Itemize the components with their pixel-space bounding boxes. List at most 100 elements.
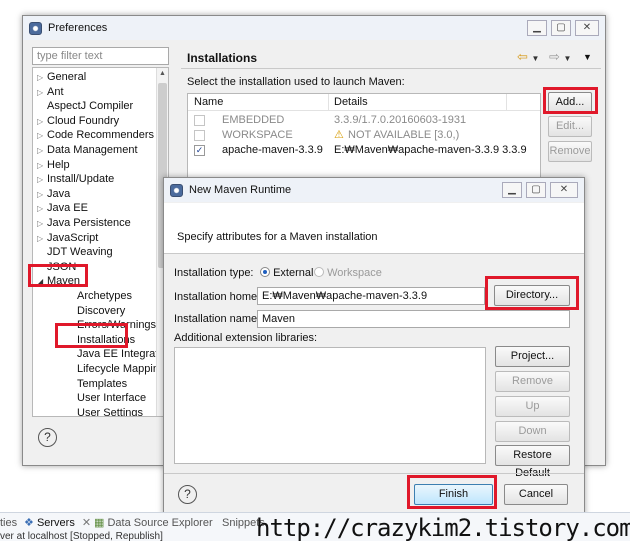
highlight-installations <box>55 323 128 348</box>
tree-item[interactable]: ▷ Java <box>37 187 70 201</box>
expand-arrow-icon[interactable]: ▷ <box>37 159 47 173</box>
cancel-button[interactable]: Cancel <box>504 484 568 505</box>
tree-item-label: Cloud Foundry <box>47 114 120 127</box>
eclipse-icon <box>29 21 42 35</box>
expand-arrow-icon[interactable]: ▷ <box>37 115 47 129</box>
project-button[interactable]: Project... <box>495 346 570 367</box>
tree-item[interactable]: ▷ Cloud Foundry <box>37 114 119 128</box>
tree-item[interactable]: Lifecycle Mappings <box>67 362 168 376</box>
tree-item[interactable]: ▷ Install/Update <box>37 172 114 186</box>
table-row[interactable]: WORKSPACE ⚠ NOT AVAILABLE [3.0,) <box>188 128 540 143</box>
new-maven-runtime-dialog: New Maven Runtime ▁ ▢ ✕ Specify attribut… <box>163 177 585 517</box>
highlight-maven <box>28 264 88 287</box>
expand-arrow-icon[interactable]: ▷ <box>37 217 47 231</box>
status-line: ver at localhost [Stopped, Republish] <box>0 531 163 542</box>
maximize-icon[interactable]: ▢ <box>526 182 546 198</box>
installation-home-input[interactable]: E:₩Maven₩apache-maven-3.3.9 <box>257 287 485 305</box>
tree-item[interactable]: User Settings <box>67 406 143 416</box>
tab-properties[interactable]: ties <box>0 517 17 529</box>
expand-arrow-icon[interactable]: ▷ <box>37 71 47 85</box>
maximize-icon[interactable]: ▢ <box>551 20 571 36</box>
nav-forward-icon[interactable]: ⇨ ▼ <box>549 49 571 65</box>
help-icon[interactable]: ? <box>38 428 57 447</box>
expand-arrow-icon[interactable]: ▷ <box>37 202 47 216</box>
tab-servers[interactable]: ❖ Servers ✕ <box>24 516 91 529</box>
tree-item[interactable]: ▷ Code Recommenders <box>37 128 154 142</box>
table-row[interactable]: ✓ apache-maven-3.3.9 E:₩Maven₩apache-maven… <box>188 143 540 158</box>
tab-servers-label: Servers <box>36 517 75 529</box>
close-icon[interactable]: ✕ <box>550 182 578 198</box>
restore-default-button[interactable]: Restore Default <box>495 445 570 479</box>
expand-arrow-icon[interactable]: ▷ <box>37 86 47 100</box>
row-details: 3.3.9/1.7.0.20160603-1931 <box>334 114 467 126</box>
table-row[interactable]: EMBEDDED 3.3.9/1.7.0.20160603-1931 <box>188 113 540 128</box>
tree-item[interactable]: User Interface <box>67 391 146 405</box>
expand-arrow-icon[interactable]: ▷ <box>37 129 47 143</box>
row-checkbox[interactable] <box>194 115 205 126</box>
tab-data-source[interactable]: ▦ Data Source Explorer <box>94 516 213 529</box>
tree-item-label: Java <box>47 187 71 200</box>
radio-external-icon <box>260 267 270 277</box>
radio-workspace[interactable]: Workspace <box>314 267 382 279</box>
expand-arrow-icon[interactable]: ▷ <box>37 144 47 158</box>
extension-libraries-list[interactable] <box>174 347 486 464</box>
tree-item-label: Discovery <box>77 304 126 317</box>
tree-item[interactable]: JDT Weaving <box>37 245 113 259</box>
remove-button[interactable]: Remove <box>548 141 592 162</box>
tree-item-label: JDT Weaving <box>47 246 113 259</box>
tree-item[interactable]: ▷ Help <box>37 158 70 172</box>
tree-item-label: General <box>47 71 87 83</box>
expand-arrow-icon[interactable]: ▷ <box>37 232 47 246</box>
dialog-title: New Maven Runtime <box>189 184 292 196</box>
tree-item[interactable]: AspectJ Compiler <box>37 99 133 113</box>
tree-item[interactable]: ▷ JavaScript <box>37 231 98 245</box>
tree-item[interactable]: Java EE Integration <box>67 347 168 361</box>
installation-type-label: Installation type: <box>174 267 254 279</box>
tree-item-label: Install/Update <box>47 173 115 186</box>
tree-item[interactable]: ▷ Data Management <box>37 143 138 157</box>
nav-back-icon[interactable]: ⇦ ▼ <box>517 49 539 65</box>
row-name: WORKSPACE <box>222 129 293 141</box>
extension-libraries-label: Additional extension libraries: <box>174 332 318 344</box>
row-checkbox[interactable] <box>194 130 205 141</box>
header-divider <box>181 68 601 69</box>
tree-item[interactable]: ▷ Java Persistence <box>37 216 131 230</box>
minimize-icon[interactable]: ▁ <box>502 182 522 198</box>
up-button[interactable]: Up <box>495 396 570 417</box>
expand-arrow-icon[interactable]: ▷ <box>37 188 47 202</box>
tree-item[interactable]: ▷ General <box>37 70 86 84</box>
instruction-label: Select the installation used to launch M… <box>187 76 405 88</box>
tree-item-label: JavaScript <box>47 231 99 244</box>
tree-scroll-up-icon[interactable]: ▲ <box>159 70 166 77</box>
tree-item-label: Help <box>47 158 70 171</box>
installation-name-input[interactable]: Maven <box>257 310 570 328</box>
tree-item-label: Data Management <box>47 144 138 156</box>
radio-external[interactable]: External <box>260 267 313 279</box>
dialog-titlebar: New Maven Runtime ▁ ▢ ✕ <box>164 178 584 202</box>
preferences-titlebar: Preferences ▁ ▢ ✕ <box>23 16 605 40</box>
expand-arrow-icon[interactable]: ▷ <box>37 173 47 187</box>
column-details[interactable]: Details <box>334 96 368 108</box>
row-checkbox[interactable]: ✓ <box>194 145 205 156</box>
row-name: EMBEDDED <box>222 114 285 126</box>
dialog-footer-divider <box>164 473 584 474</box>
window-title: Preferences <box>48 22 108 34</box>
tree-item[interactable]: Discovery <box>67 304 125 318</box>
row-details: E:₩Maven₩apache-maven-3.3.9 3.3.9 <box>334 144 527 156</box>
down-button[interactable]: Down <box>495 421 570 442</box>
minimize-icon[interactable]: ▁ <box>527 20 547 36</box>
filter-input[interactable]: type filter text <box>32 47 169 65</box>
tree-item[interactable]: ▷ Ant <box>37 85 64 99</box>
close-icon[interactable]: ✕ <box>575 20 599 36</box>
edit-button[interactable]: Edit... <box>548 116 592 137</box>
tab-close-icon[interactable]: ✕ <box>82 517 91 529</box>
library-remove-button[interactable]: Remove <box>495 371 570 392</box>
help-icon[interactable]: ? <box>178 485 197 504</box>
dialog-description: Specify attributes for a Maven installat… <box>177 231 378 243</box>
tree-item[interactable]: Archetypes <box>67 289 132 303</box>
column-name[interactable]: Name <box>194 96 223 108</box>
view-menu-icon[interactable]: ▼ <box>583 52 592 62</box>
tree-item[interactable]: Templates <box>67 377 127 391</box>
highlight-finish <box>407 475 497 509</box>
tree-item[interactable]: ▷ Java EE <box>37 201 88 215</box>
